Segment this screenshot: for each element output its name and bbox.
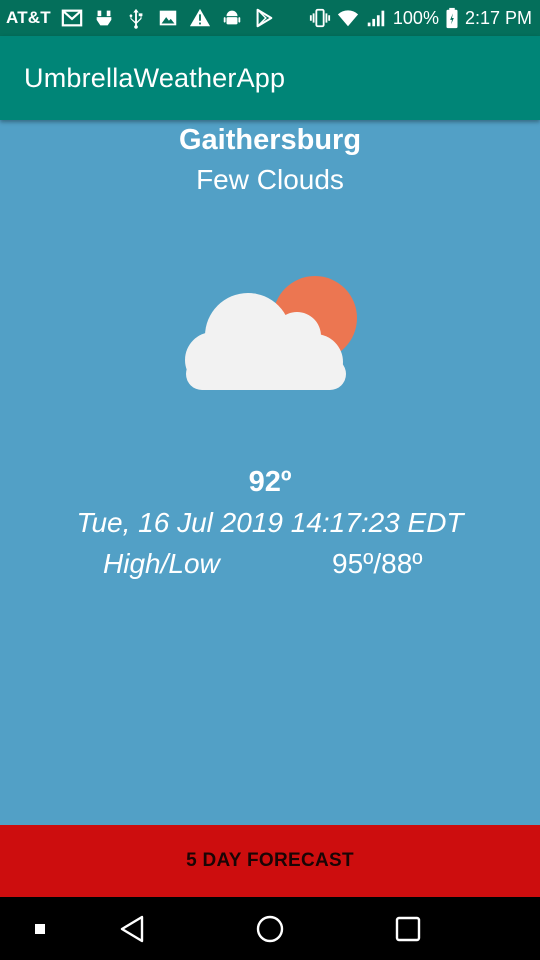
app-title: UmbrellaWeatherApp	[24, 62, 286, 93]
navigation-bar	[0, 897, 540, 960]
usb-icon	[125, 7, 147, 29]
back-icon[interactable]	[92, 897, 172, 960]
status-left: AT&T	[6, 7, 275, 29]
vibrate-icon	[309, 7, 331, 29]
square-small-icon[interactable]	[0, 897, 80, 960]
status-right: 100% 2:17 PM	[309, 7, 532, 29]
weather-condition: Few Clouds	[196, 164, 344, 195]
carrier-label: AT&T	[6, 8, 51, 27]
home-icon[interactable]	[230, 897, 310, 960]
signal-icon	[365, 7, 387, 29]
observation-datetime: Tue, 16 Jul 2019 14:17:23 EDT	[76, 507, 464, 538]
wifi-icon	[337, 7, 359, 29]
app-bar: UmbrellaWeatherApp	[0, 36, 540, 120]
gmail-icon	[61, 7, 83, 29]
partly-cloudy-icon	[180, 270, 365, 400]
battery-percent: 100%	[392, 7, 439, 28]
status-clock: 2:17 PM	[464, 7, 532, 28]
image-icon	[157, 7, 179, 29]
recents-icon[interactable]	[368, 897, 448, 960]
high-low-value: 95º/88º	[332, 548, 423, 579]
usb-debug-icon	[93, 7, 115, 29]
five-day-forecast-button[interactable]: 5 DAY FORECAST	[0, 825, 540, 897]
high-low-label: High/Low	[103, 548, 220, 579]
play-store-icon	[253, 7, 275, 29]
battery-icon	[445, 7, 459, 29]
screen: AT&T 100% 2:17 PM UmbrellaWeatherApp Gai…	[0, 0, 540, 960]
status-bar: AT&T 100% 2:17 PM	[0, 0, 540, 36]
city-name: Gaithersburg	[178, 124, 362, 156]
weather-panel: Gaithersburg Few Clouds 92º Tue, 16 Jul …	[0, 120, 540, 825]
android-icon	[221, 7, 243, 29]
current-temperature: 92º	[248, 466, 292, 498]
warning-icon	[189, 7, 211, 29]
